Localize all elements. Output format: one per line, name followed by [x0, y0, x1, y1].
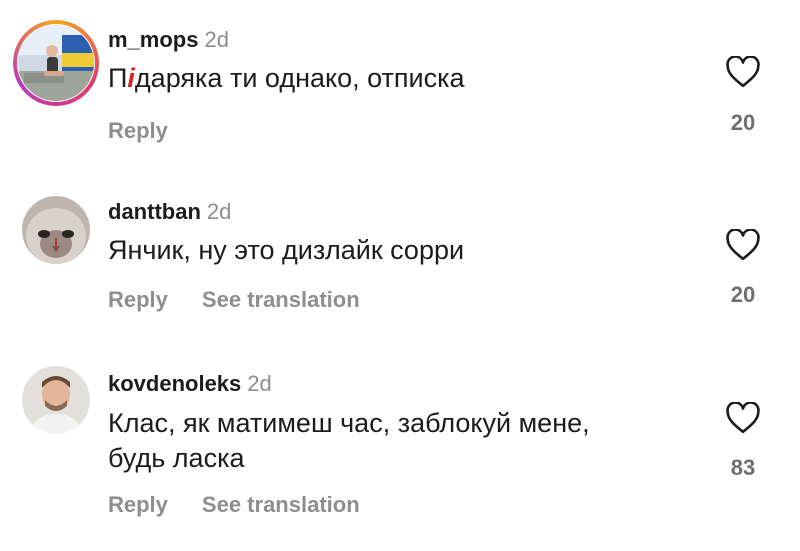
- heart-icon: [726, 229, 760, 261]
- like-count: 83: [730, 455, 756, 480]
- avatar[interactable]: [18, 25, 94, 101]
- comment-actions: Reply See translation: [108, 492, 360, 518]
- timestamp: 2d: [204, 27, 229, 52]
- heart-icon: [726, 402, 760, 434]
- comment-text-rest: даряка ти однако, отписка: [134, 63, 465, 93]
- comment-actions: Reply See translation: [108, 287, 360, 313]
- comment-text: Підаряка ти однако, отписка: [108, 61, 668, 96]
- avatar[interactable]: [22, 366, 90, 434]
- story-ring[interactable]: [13, 20, 99, 106]
- comment-header: kovdenoleks 2d: [108, 371, 272, 397]
- reply-button[interactable]: Reply: [108, 492, 168, 517]
- comment-text: Клас, як матимеш час, заблокуй мене, буд…: [108, 408, 590, 473]
- see-translation-button[interactable]: See translation: [202, 492, 360, 517]
- comment-header: m_mops 2d: [108, 27, 229, 53]
- timestamp: 2d: [206, 199, 232, 224]
- like-count: 20: [730, 110, 756, 135]
- timestamp: 2d: [247, 371, 272, 396]
- comment-text-prefix: П: [108, 63, 128, 93]
- like-count: 20: [730, 282, 756, 307]
- profile-photo-cat-icon: [22, 196, 90, 264]
- like-button[interactable]: [722, 229, 764, 261]
- comment-header: danttban 2d: [108, 199, 231, 225]
- profile-photo-person-outdoors-icon: [18, 25, 94, 101]
- username[interactable]: kovdenoleks: [108, 371, 241, 396]
- avatar[interactable]: [22, 196, 90, 264]
- username[interactable]: danttban: [108, 199, 201, 224]
- username[interactable]: m_mops: [108, 27, 198, 52]
- like-button[interactable]: [722, 402, 764, 434]
- reply-button[interactable]: Reply: [108, 287, 168, 312]
- like-button[interactable]: [722, 56, 764, 88]
- comment-text-scribble: і: [127, 63, 135, 93]
- comment-actions: Reply: [108, 118, 168, 144]
- heart-icon: [726, 56, 760, 88]
- see-translation-button[interactable]: See translation: [202, 287, 360, 312]
- comment-text: Янчик, ну это дизлайк сорри: [108, 235, 465, 265]
- profile-photo-man-icon: [22, 366, 90, 434]
- reply-button[interactable]: Reply: [108, 118, 168, 143]
